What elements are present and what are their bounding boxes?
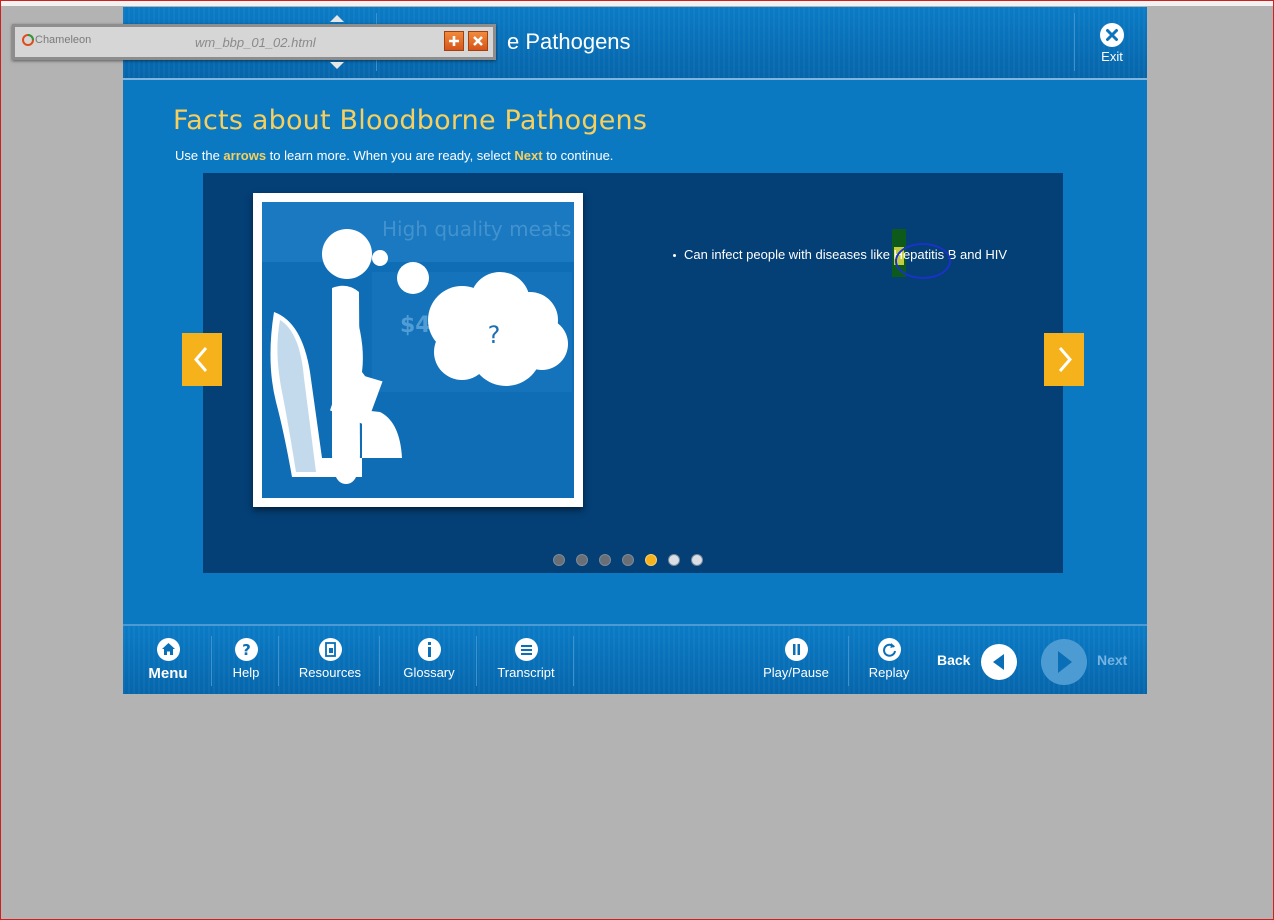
- previous-slide-button[interactable]: [182, 333, 222, 386]
- slide-image: High quality meats $4 ?: [262, 202, 574, 498]
- course-window: e Pathogens Exit Facts about Bloodborne …: [123, 7, 1147, 694]
- pagination-dot[interactable]: [622, 554, 634, 566]
- toolbar-close-button[interactable]: [468, 31, 488, 51]
- glossary-label: Glossary: [403, 665, 455, 680]
- annotation-circle: [895, 243, 951, 279]
- exit-icon: [1100, 23, 1124, 47]
- pagination-dot[interactable]: [668, 554, 680, 566]
- slide-pagination: [553, 553, 714, 567]
- pagination-dot[interactable]: [576, 554, 588, 566]
- image-price-text: $4: [400, 313, 431, 338]
- play-pause-icon: [784, 638, 808, 661]
- close-icon: [473, 36, 483, 46]
- glossary-button[interactable]: Glossary: [399, 638, 459, 680]
- footer-divider: [278, 636, 279, 686]
- help-label: Help: [232, 665, 260, 680]
- replay-icon: [877, 638, 901, 661]
- bullet-text: Can infect people with diseases like Hep…: [684, 247, 1008, 262]
- exit-label: Exit: [1101, 49, 1123, 64]
- menu-button[interactable]: Menu: [148, 638, 188, 682]
- chevron-left-icon: [194, 347, 208, 372]
- slide-image-frame: High quality meats $4 ?: [253, 193, 583, 507]
- transcript-label: Transcript: [497, 665, 555, 680]
- toolbar-add-button[interactable]: [444, 31, 464, 51]
- instruction-text: Use the arrows to learn more. When you a…: [175, 148, 614, 163]
- browser-top-strip: [0, 0, 1274, 6]
- resources-button[interactable]: Resources: [297, 638, 363, 680]
- transcript-icon: [514, 638, 538, 661]
- back-arrow-icon: [993, 654, 1004, 670]
- question-mark: ?: [488, 321, 501, 349]
- next-slide-button[interactable]: [1044, 333, 1084, 386]
- replay-button[interactable]: Replay: [867, 638, 911, 680]
- footer-divider: [379, 636, 380, 686]
- help-icon: ?: [234, 638, 258, 661]
- back-button[interactable]: [981, 644, 1017, 680]
- current-file-name: wm_bbp_01_02.html: [195, 35, 316, 50]
- footer-divider: [848, 636, 849, 686]
- course-title: e Pathogens: [507, 29, 631, 54]
- next-button[interactable]: [1041, 639, 1087, 685]
- next-label[interactable]: Next: [1097, 652, 1127, 668]
- header-divider: [1074, 13, 1075, 71]
- bullet-item: Can infect people with diseases like Hep…: [673, 247, 1007, 262]
- transcript-button[interactable]: Transcript: [495, 638, 557, 680]
- chevron-right-icon: [1058, 347, 1072, 372]
- pagination-dot[interactable]: [553, 554, 565, 566]
- menu-label: Menu: [148, 665, 188, 682]
- bullet-icon: [673, 254, 676, 258]
- slide-panel: High quality meats $4 ? Can infect peopl…: [203, 173, 1063, 573]
- replay-label: Replay: [868, 665, 910, 680]
- footer-divider: [573, 636, 574, 686]
- svg-text:?: ?: [242, 641, 251, 659]
- chameleon-logo-icon: [22, 34, 34, 46]
- play-pause-button[interactable]: Play/Pause: [761, 638, 831, 680]
- home-icon: [156, 638, 180, 661]
- pagination-dot[interactable]: [599, 554, 611, 566]
- resources-label: Resources: [298, 665, 362, 680]
- toolbar-expand-arrow[interactable]: [330, 62, 344, 69]
- pagination-dot[interactable]: [691, 554, 703, 566]
- chameleon-toolbar[interactable]: Chameleon wm_bbp_01_02.html: [12, 24, 496, 60]
- play-pause-label: Play/Pause: [763, 665, 829, 680]
- plus-icon: [449, 36, 459, 46]
- toolbar-collapse-arrow[interactable]: [330, 15, 344, 22]
- pagination-dot-active[interactable]: [645, 554, 657, 566]
- page-title: Facts about Bloodborne Pathogens: [173, 105, 648, 136]
- chameleon-logo: Chameleon: [21, 33, 91, 47]
- exit-button[interactable]: Exit: [1097, 23, 1127, 64]
- image-bg-text: High quality meats: [382, 217, 571, 241]
- resources-icon: [318, 638, 342, 661]
- back-label[interactable]: Back: [937, 652, 970, 668]
- course-footer: Menu ? Help Resources Glossary Transcrip…: [123, 624, 1147, 694]
- footer-divider: [476, 636, 477, 686]
- next-arrow-icon: [1058, 651, 1072, 673]
- glossary-icon: [417, 638, 441, 661]
- footer-divider: [211, 636, 212, 686]
- help-button[interactable]: ? Help: [231, 638, 261, 680]
